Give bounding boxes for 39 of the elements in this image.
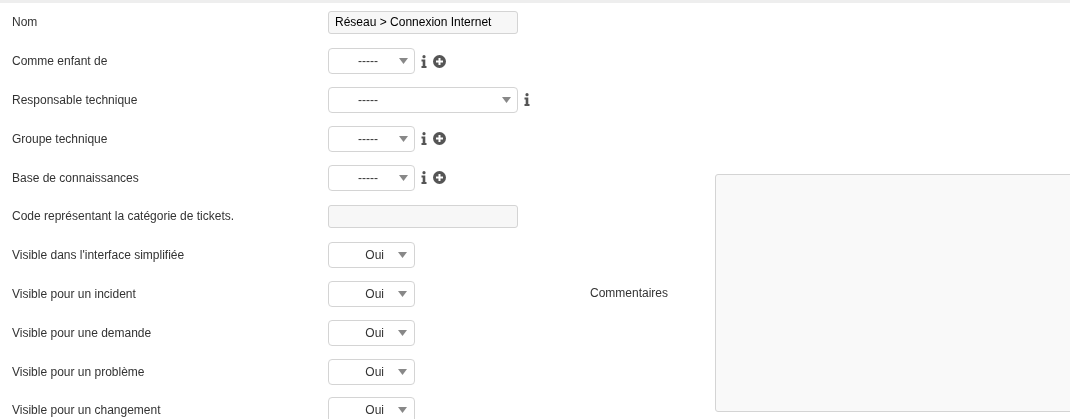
field-label: Groupe technique bbox=[11, 130, 109, 148]
add-icon[interactable] bbox=[433, 54, 446, 68]
select-dropdown[interactable]: ----- bbox=[328, 164, 415, 191]
field-label: Nom bbox=[11, 14, 39, 32]
field-label: Responsable technique bbox=[11, 92, 139, 109]
select-dropdown[interactable]: ----- bbox=[328, 125, 415, 152]
field-label: Comme enfant de bbox=[11, 53, 109, 71]
text-field[interactable] bbox=[328, 204, 518, 228]
select-dropdown[interactable]: ----- bbox=[328, 48, 415, 75]
info-icon[interactable] bbox=[524, 93, 530, 107]
info-icon[interactable] bbox=[421, 54, 427, 68]
select-dropdown[interactable]: Oui bbox=[328, 397, 415, 419]
caret-icon bbox=[399, 58, 408, 65]
caret-icon bbox=[398, 407, 407, 414]
caret-icon bbox=[398, 290, 407, 297]
caret-icon bbox=[502, 97, 511, 103]
caret-icon bbox=[398, 329, 407, 336]
field-label: Visible pour un incident bbox=[11, 285, 137, 303]
select-dropdown[interactable]: ----- bbox=[328, 87, 518, 113]
field-label: Visible pour une demande bbox=[11, 324, 153, 342]
add-icon[interactable] bbox=[433, 132, 446, 146]
field-label: Code représentant la catégorie de tickets. bbox=[11, 208, 236, 226]
select-dropdown[interactable]: Oui bbox=[328, 319, 415, 346]
field-label: Visible pour un changement bbox=[11, 402, 162, 419]
select-dropdown[interactable]: Oui bbox=[328, 358, 415, 385]
caret-icon bbox=[399, 135, 408, 142]
caret-icon bbox=[398, 252, 407, 259]
field-label: Base de connaissances bbox=[11, 169, 140, 187]
field-label: Commentaires bbox=[589, 285, 670, 302]
text-field[interactable]: Réseau > Connexion Internet bbox=[328, 10, 518, 34]
caret-icon bbox=[399, 174, 408, 181]
info-icon[interactable] bbox=[421, 171, 427, 185]
select-dropdown[interactable]: Oui bbox=[328, 242, 415, 269]
add-icon[interactable] bbox=[433, 171, 446, 185]
field-label: Visible pour un problème bbox=[11, 363, 146, 381]
select-dropdown[interactable]: Oui bbox=[328, 280, 415, 307]
info-icon[interactable] bbox=[421, 132, 427, 146]
caret-icon bbox=[398, 368, 407, 375]
field-label: Visible dans l'interface simplifiée bbox=[11, 247, 186, 265]
